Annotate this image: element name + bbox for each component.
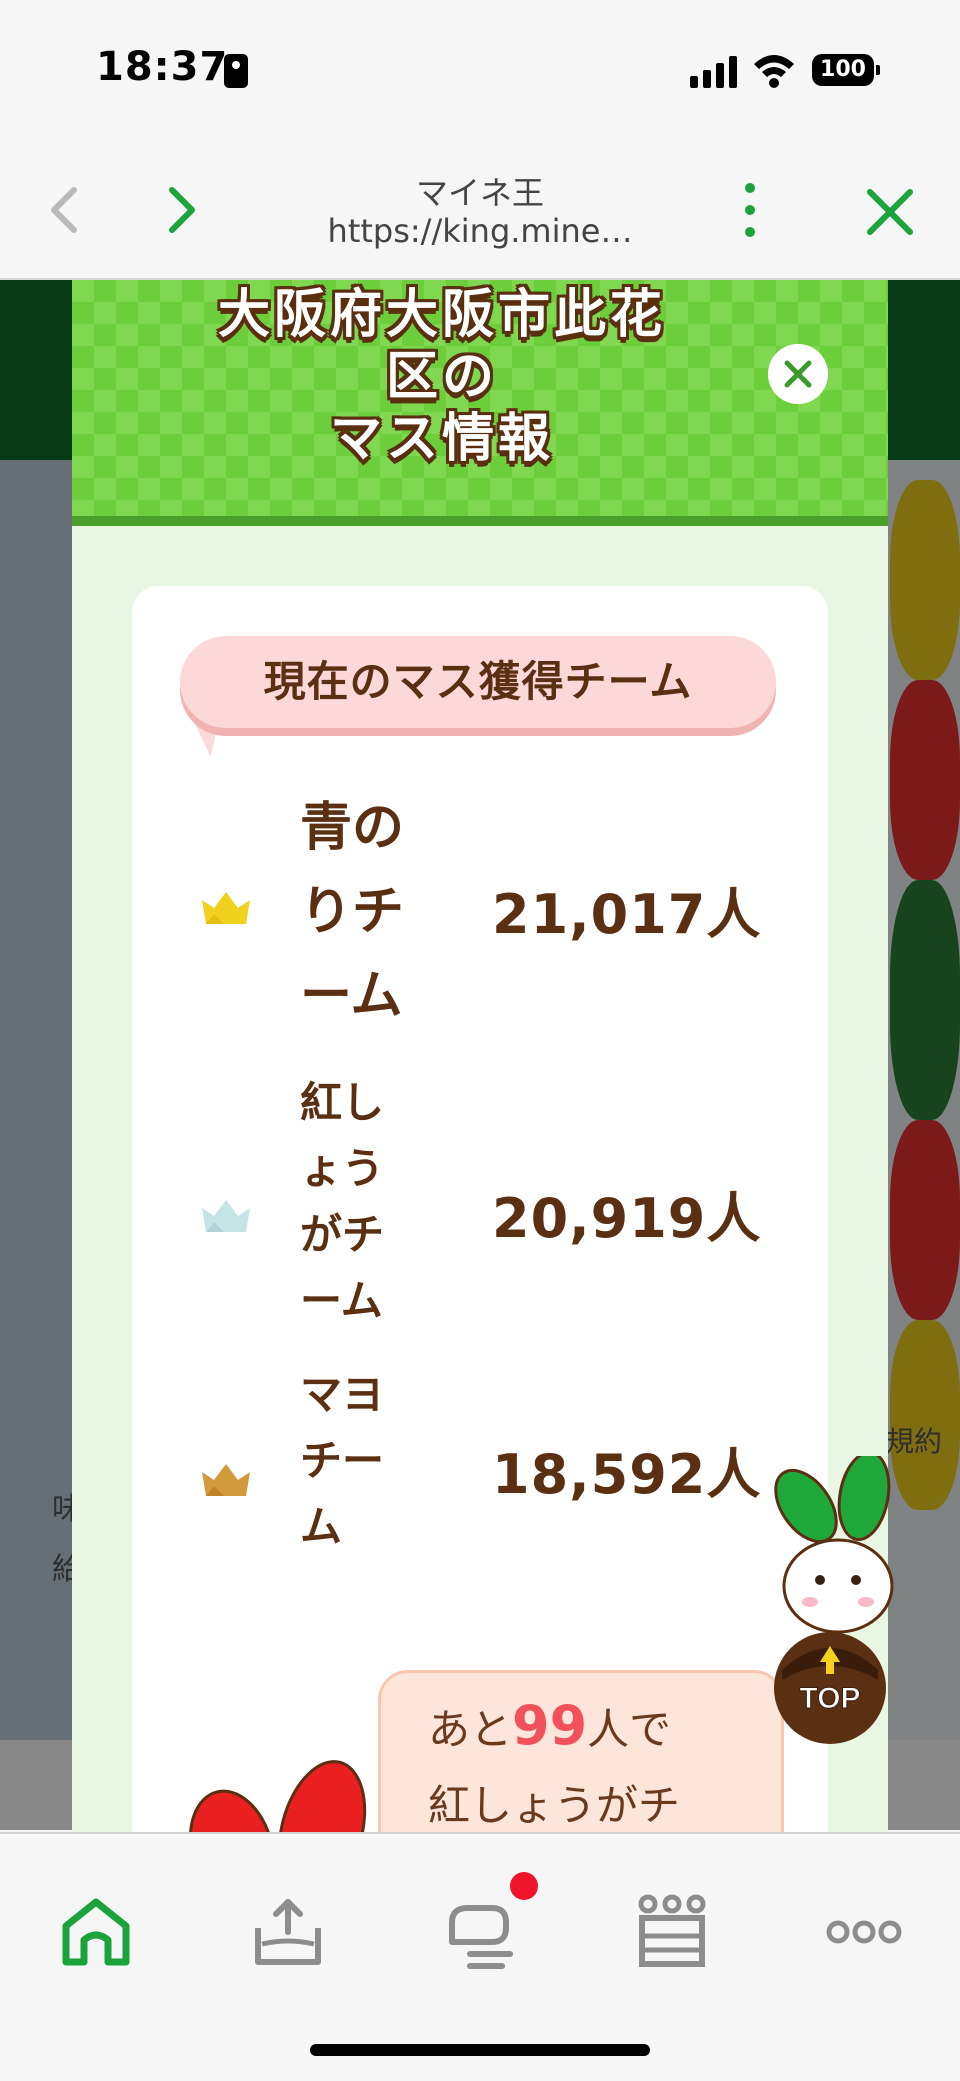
modal-title: 大阪府大阪市此花 区の マス情報 xyxy=(217,285,666,469)
team-name: 青のりチーム xyxy=(300,798,405,1026)
close-modal-button[interactable] xyxy=(768,344,828,404)
section-label: 現在のマス獲得チーム xyxy=(263,657,693,706)
notification-badge xyxy=(510,1872,538,1900)
gold-crown-icon xyxy=(202,892,250,924)
team-row: マヨチーム 18,592人 xyxy=(132,1362,828,1562)
battery-icon: 100 xyxy=(812,54,880,86)
home-indicator xyxy=(310,2044,650,2056)
page-title: マイネ王 xyxy=(415,174,544,212)
more-vertical-icon[interactable] xyxy=(730,180,770,240)
upload-icon[interactable] xyxy=(248,1892,328,1972)
chat-icon[interactable] xyxy=(440,1892,520,1972)
team-count: 20,919人 xyxy=(492,1187,762,1250)
team-name: 紅しょうがチーム xyxy=(300,1078,385,1325)
home-icon[interactable] xyxy=(56,1892,136,1972)
more-icon[interactable] xyxy=(824,1892,904,1972)
status-bar: 18:37 100 xyxy=(0,0,960,140)
bottom-navigation xyxy=(0,1832,960,2081)
hint-number: 99 xyxy=(512,1694,588,1757)
modal-header: 大阪府大阪市此花 区の マス情報 xyxy=(72,280,888,526)
red-mascot-ears xyxy=(188,1760,367,1832)
team-count: 18,592人 xyxy=(492,1443,762,1506)
back-chevron-icon[interactable] xyxy=(40,180,90,240)
section-label-bubble: 現在のマス獲得チーム xyxy=(180,636,776,728)
ranking-crown-icon[interactable] xyxy=(632,1892,712,1972)
browser-toolbar: マイネ王 https://king.mine… xyxy=(0,140,960,280)
team-row: 紅しょうがチーム 20,919人 xyxy=(132,1070,828,1340)
cellular-signal-icon xyxy=(690,56,738,88)
status-time: 18:37 xyxy=(96,44,229,90)
team-count: 21,017人 xyxy=(492,883,762,946)
close-icon[interactable] xyxy=(862,184,918,240)
team-name: マヨチーム xyxy=(300,1370,385,1551)
team-row: 青のりチーム 21,017人 xyxy=(132,786,828,1026)
silver-crown-icon xyxy=(202,1200,250,1232)
hint-text: あと99人で 紅しょうがチ xyxy=(428,1694,681,1830)
team-ranking-card: 現在のマス獲得チーム 青のりチーム 21,017人 紅しょうがチーム 20,91… xyxy=(132,586,828,1832)
id-card-icon xyxy=(224,54,248,88)
scroll-to-top-button[interactable]: TOP xyxy=(768,1456,904,1746)
page-url[interactable]: https://king.mine… xyxy=(280,212,680,250)
top-label: TOP xyxy=(799,1682,860,1715)
area-info-modal: 大阪府大阪市此花 区の マス情報 現在のマス獲得チーム 青のりチーム 21,01… xyxy=(72,280,888,1832)
forward-chevron-icon[interactable] xyxy=(158,180,208,240)
wifi-icon xyxy=(754,55,794,88)
bronze-crown-icon xyxy=(202,1464,250,1496)
